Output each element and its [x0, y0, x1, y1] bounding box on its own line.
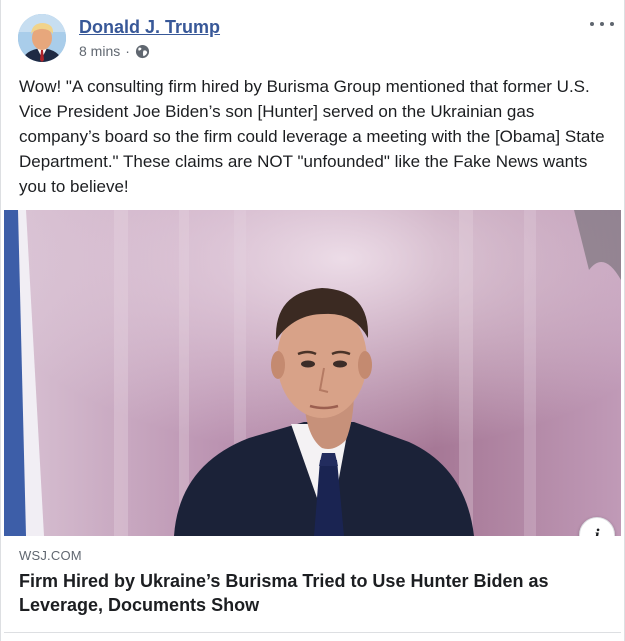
link-headline[interactable]: Firm Hired by Ukraine’s Burisma Tried to…: [19, 569, 614, 617]
photo-image: [4, 210, 621, 536]
post-meta: 8 mins ·: [79, 43, 150, 59]
timestamp-link[interactable]: 8 mins: [79, 43, 120, 59]
post-header: Donald J. Trump 8 mins ·: [1, 0, 625, 70]
avatar[interactable]: [18, 14, 66, 62]
globe-icon[interactable]: [135, 44, 150, 59]
avatar-image: [18, 14, 66, 62]
facebook-post: Donald J. Trump 8 mins · Wow! "A consult…: [0, 0, 625, 641]
meta-separator: ·: [125, 43, 130, 59]
post-text: Wow! "A consulting firm hired by Burisma…: [19, 77, 605, 196]
shared-link-photo[interactable]: [4, 210, 621, 536]
more-options-icon[interactable]: [590, 14, 614, 34]
link-preview-card[interactable]: WSJ.COM Firm Hired by Ukraine’s Burisma …: [4, 536, 621, 633]
link-domain: WSJ.COM: [19, 548, 82, 563]
author-name-link[interactable]: Donald J. Trump: [79, 17, 220, 38]
